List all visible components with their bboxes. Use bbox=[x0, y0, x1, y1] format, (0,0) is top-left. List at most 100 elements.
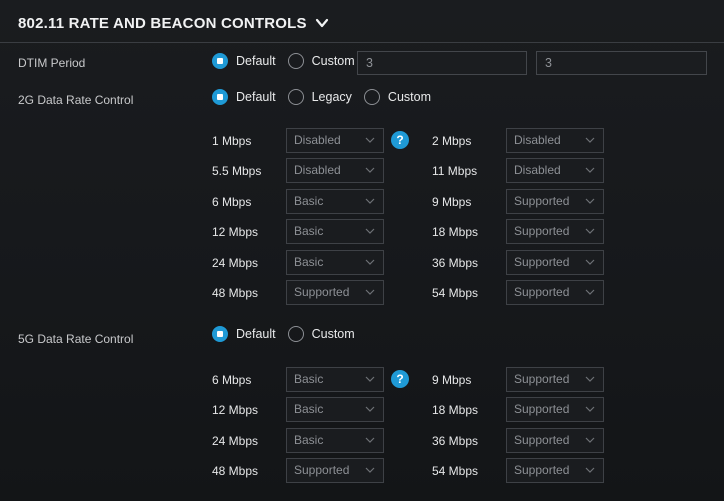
rate-select-value: Basic bbox=[294, 372, 324, 386]
chevron-down-icon bbox=[365, 259, 375, 265]
chevron-down-icon bbox=[365, 228, 375, 234]
chevron-down-icon bbox=[585, 137, 595, 143]
chevron-down-icon bbox=[585, 198, 595, 204]
chevron-down-icon bbox=[585, 289, 595, 295]
rate-select-value: Supported bbox=[514, 372, 570, 386]
dtim-radio-group: Default Custom bbox=[212, 53, 367, 69]
dtim-custom-radio[interactable] bbox=[287, 53, 304, 69]
rate-select[interactable]: Supported bbox=[506, 280, 604, 305]
section-header[interactable]: 802.11 RATE AND BEACON CONTROLS bbox=[18, 10, 329, 36]
rate-select-value: Disabled bbox=[514, 133, 561, 147]
rate-select[interactable]: Disabled bbox=[286, 128, 384, 153]
rate-5g-custom-label: Custom bbox=[311, 327, 355, 341]
rate-select-value: Supported bbox=[514, 285, 570, 299]
rate-label: 54 Mbps bbox=[432, 286, 479, 300]
dtim-custom-label: Custom bbox=[311, 54, 355, 68]
chevron-down-icon bbox=[585, 467, 595, 473]
rate-select[interactable]: Supported bbox=[506, 458, 604, 483]
rate-select-value: Supported bbox=[514, 255, 570, 269]
rate-select-value: Disabled bbox=[514, 163, 561, 177]
help-icon[interactable]: ? bbox=[391, 370, 409, 388]
rate-2g-custom-label: Custom bbox=[387, 90, 431, 104]
section-title: 802.11 RATE AND BEACON CONTROLS bbox=[18, 14, 307, 32]
help-icon[interactable]: ? bbox=[391, 131, 409, 149]
rate-2g-label: 2G Data Rate Control bbox=[18, 93, 134, 107]
rate-select[interactable]: Supported bbox=[506, 189, 604, 214]
rate-5g-default-radio[interactable] bbox=[212, 326, 228, 342]
dtim-value-input-2[interactable]: 3 bbox=[536, 51, 707, 75]
rate-select[interactable]: Disabled bbox=[506, 158, 604, 183]
rate-select-value: Supported bbox=[514, 433, 570, 447]
rate-label: 36 Mbps bbox=[432, 256, 479, 270]
rate-2g-legacy-label: Legacy bbox=[311, 90, 352, 104]
chevron-down-icon bbox=[585, 259, 595, 265]
rate-label: 36 Mbps bbox=[432, 434, 479, 448]
rate-label: 24 Mbps bbox=[212, 434, 259, 448]
rate-2g-legacy-radio[interactable] bbox=[287, 89, 304, 105]
chevron-down-icon[interactable] bbox=[315, 16, 329, 30]
dtim-value-input-1[interactable]: 3 bbox=[357, 51, 527, 75]
rate-label: 9 Mbps bbox=[432, 373, 472, 387]
chevron-down-icon bbox=[365, 467, 375, 473]
rate-label: 6 Mbps bbox=[212, 195, 252, 209]
rate-select[interactable]: Supported bbox=[506, 397, 604, 422]
rate-label: 9 Mbps bbox=[432, 195, 472, 209]
rate-select[interactable]: Supported bbox=[286, 458, 384, 483]
chevron-down-icon bbox=[365, 198, 375, 204]
rate-select-value: Supported bbox=[294, 285, 350, 299]
rate-label: 11 Mbps bbox=[432, 164, 478, 178]
chevron-down-icon bbox=[365, 289, 375, 295]
rate-select-value: Supported bbox=[514, 402, 570, 416]
rate-select-value: Basic bbox=[294, 433, 324, 447]
rate-label: 1 Mbps bbox=[212, 134, 252, 148]
rate-label: 2 Mbps bbox=[432, 134, 472, 148]
chevron-down-icon bbox=[365, 137, 375, 143]
rate-select[interactable]: Disabled bbox=[286, 158, 384, 183]
rate-2g-custom-radio[interactable] bbox=[363, 89, 380, 105]
rate-select[interactable]: Disabled bbox=[506, 128, 604, 153]
rate-label: 48 Mbps bbox=[212, 286, 259, 300]
rate-label: 18 Mbps bbox=[432, 225, 479, 239]
rate-label: 48 Mbps bbox=[212, 464, 259, 478]
rate-select-value: Supported bbox=[514, 194, 570, 208]
rate-label: 5.5 Mbps bbox=[212, 164, 262, 178]
rate-select[interactable]: Basic bbox=[286, 428, 384, 453]
chevron-down-icon bbox=[585, 437, 595, 443]
chevron-down-icon bbox=[365, 167, 375, 173]
rate-label: 12 Mbps bbox=[212, 225, 259, 239]
chevron-down-icon bbox=[585, 228, 595, 234]
rate-label: 12 Mbps bbox=[212, 403, 259, 417]
rate-label: 18 Mbps bbox=[432, 403, 479, 417]
dtim-period-label: DTIM Period bbox=[18, 56, 86, 70]
rate-select[interactable]: Basic bbox=[286, 367, 384, 392]
rate-select[interactable]: Basic bbox=[286, 397, 384, 422]
rate-select-value: Supported bbox=[514, 224, 570, 238]
rate-select[interactable]: Supported bbox=[506, 219, 604, 244]
section-divider bbox=[0, 42, 724, 43]
rate-select[interactable]: Supported bbox=[506, 250, 604, 275]
chevron-down-icon bbox=[585, 167, 595, 173]
rate-label: 24 Mbps bbox=[212, 256, 259, 270]
chevron-down-icon bbox=[585, 406, 595, 412]
rate-select-value: Disabled bbox=[294, 163, 341, 177]
rate-select[interactable]: Supported bbox=[506, 367, 604, 392]
rate-5g-custom-radio[interactable] bbox=[287, 326, 304, 342]
chevron-down-icon bbox=[365, 376, 375, 382]
chevron-down-icon bbox=[365, 437, 375, 443]
rate-select[interactable]: Basic bbox=[286, 250, 384, 275]
rate-select-value: Basic bbox=[294, 194, 324, 208]
chevron-down-icon bbox=[585, 376, 595, 382]
dtim-default-radio[interactable] bbox=[212, 53, 228, 69]
rate-2g-default-radio[interactable] bbox=[212, 89, 228, 105]
rate-select-value: Supported bbox=[514, 463, 570, 477]
rate-select[interactable]: Basic bbox=[286, 189, 384, 214]
rate-select-value: Basic bbox=[294, 224, 324, 238]
rate-2g-default-label: Default bbox=[236, 90, 276, 104]
rate-5g-default-label: Default bbox=[236, 327, 276, 341]
rate-5g-label: 5G Data Rate Control bbox=[18, 332, 134, 346]
rate-select[interactable]: Supported bbox=[286, 280, 384, 305]
rate-label: 54 Mbps bbox=[432, 464, 479, 478]
chevron-down-icon bbox=[365, 406, 375, 412]
rate-select[interactable]: Supported bbox=[506, 428, 604, 453]
rate-select[interactable]: Basic bbox=[286, 219, 384, 244]
